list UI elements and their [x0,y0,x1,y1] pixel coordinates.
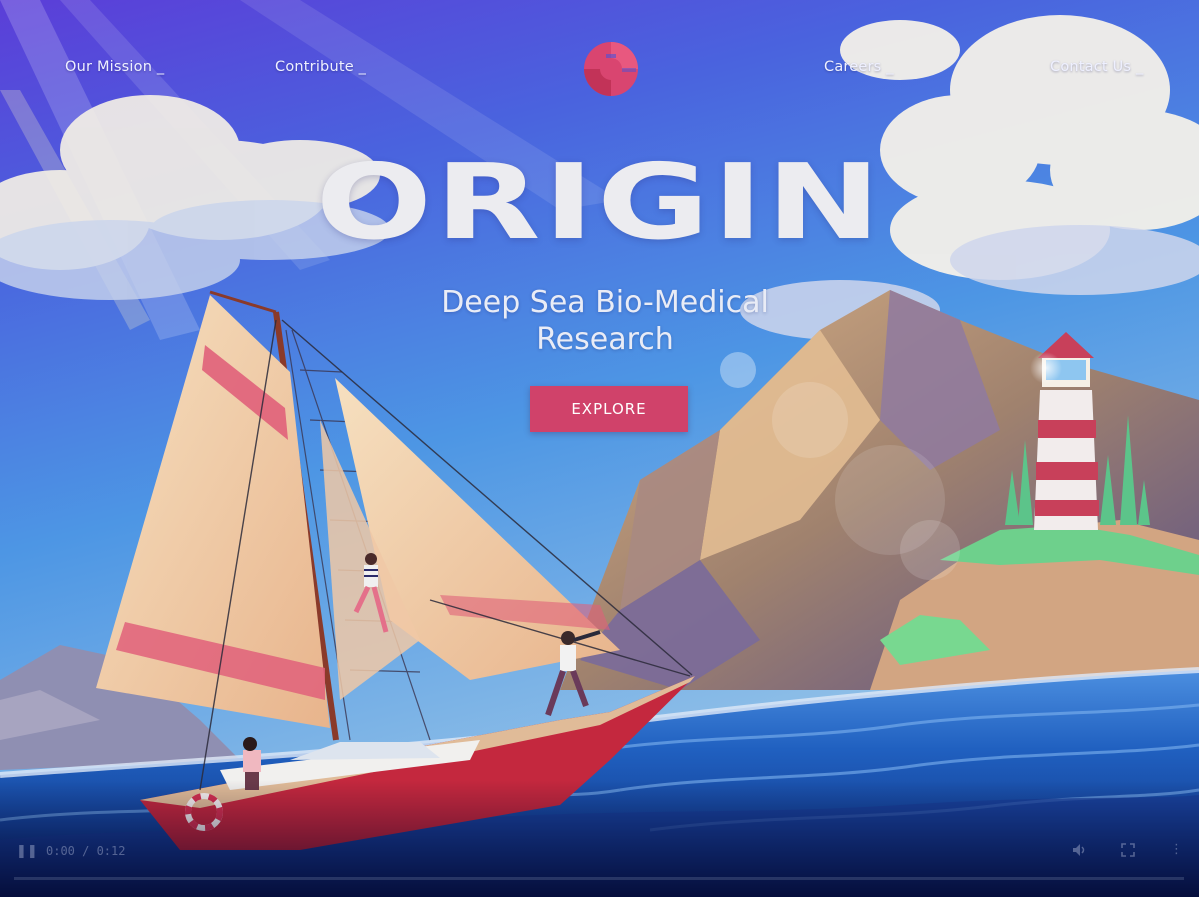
more-vertical-icon[interactable]: ⋮ [1170,842,1183,857]
hero-illustration [0,0,1199,897]
explore-button[interactable]: EXPLORE [530,386,688,432]
hero-section: Our Mission _ Contribute _ Careers _ Con… [0,0,1199,897]
video-controls: ❚❚ 0:00 / 0:12 ⋮ [0,836,1199,876]
fullscreen-icon[interactable] [1120,842,1136,862]
hero-title: ORIGIN [315,141,884,263]
hero-subtitle-line1: Deep Sea Bio-Medical [441,285,769,320]
nav-contact-us[interactable]: Contact Us _ [1050,59,1143,75]
hero-subtitle-line2: Research [536,322,674,357]
nav-contribute[interactable]: Contribute _ [275,59,366,75]
video-progress-bar[interactable] [14,877,1184,880]
hero-subtitle: Deep Sea Bio-Medical Research [380,284,830,358]
origin-logo-icon[interactable] [582,40,640,98]
nav-careers[interactable]: Careers _ [824,59,894,75]
volume-icon[interactable] [1071,842,1087,862]
nav-our-mission[interactable]: Our Mission _ [65,59,164,75]
play-pause-icon[interactable]: ❚❚ [16,844,38,859]
video-time: 0:00 / 0:12 [46,844,126,858]
